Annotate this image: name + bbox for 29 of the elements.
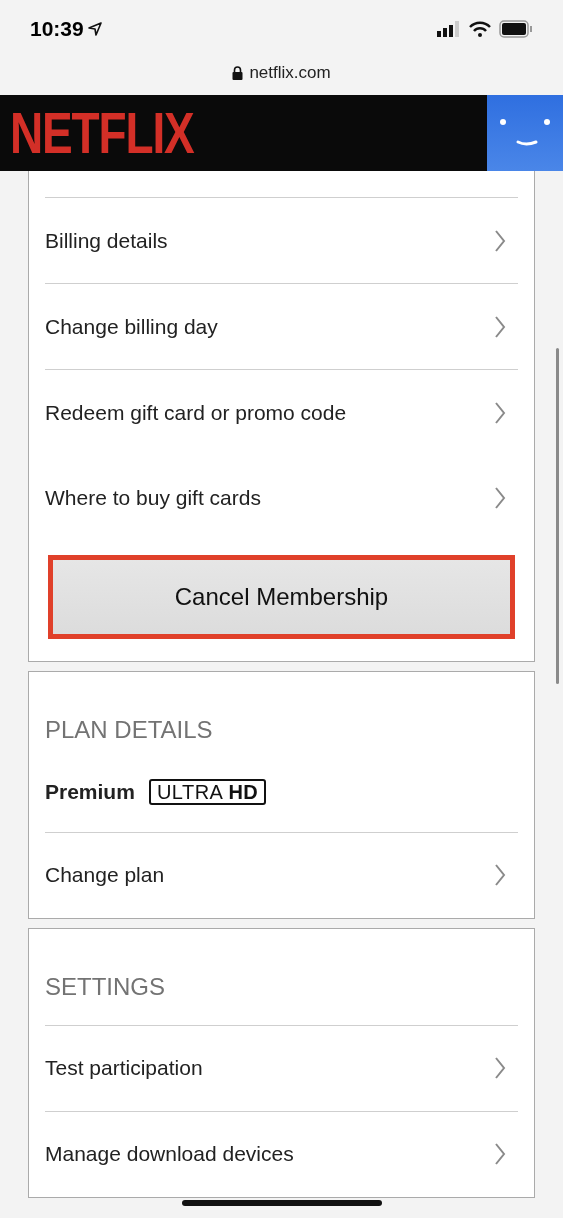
location-arrow-icon xyxy=(87,22,102,36)
menu-row[interactable]: Billing details xyxy=(45,197,518,283)
chevron-right-icon xyxy=(494,1056,506,1080)
chevron-right-icon xyxy=(494,228,506,253)
url-text: netflix.com xyxy=(249,61,331,84)
chevron-right-icon xyxy=(494,863,506,887)
ultra-hd-badge: ULTRA HD xyxy=(148,778,267,805)
chevron-right-icon xyxy=(494,314,506,339)
chevron-right-icon xyxy=(494,400,506,425)
menu-row[interactable]: Manage download devices xyxy=(45,1110,518,1197)
section-heading: PLAN DETAILS xyxy=(45,715,214,745)
signal-icon xyxy=(437,21,461,37)
smiley-icon xyxy=(500,118,550,148)
menu-row[interactable]: Test participation xyxy=(45,1024,518,1111)
chevron-right-icon xyxy=(494,486,506,510)
logo[interactable]: NETFLIX xyxy=(10,104,194,162)
chevron-right-icon xyxy=(494,1142,506,1166)
menu-row[interactable]: Change billing day xyxy=(45,283,518,369)
clock-time: 10:39 xyxy=(30,16,84,43)
plan-name: Premium xyxy=(45,779,135,805)
wifi-icon xyxy=(469,21,491,37)
lock-icon xyxy=(232,65,244,80)
battery-icon xyxy=(499,20,533,38)
cancel-membership-button[interactable]: Cancel Membership xyxy=(53,560,510,634)
menu-row[interactable]: Change plan xyxy=(45,831,518,918)
menu-row[interactable]: Redeem gift card or promo code xyxy=(45,369,518,455)
menu-row[interactable]: Where to buy gift cards xyxy=(45,455,518,541)
profile-avatar[interactable] xyxy=(487,95,563,171)
section-heading: SETTINGS xyxy=(45,971,166,1002)
